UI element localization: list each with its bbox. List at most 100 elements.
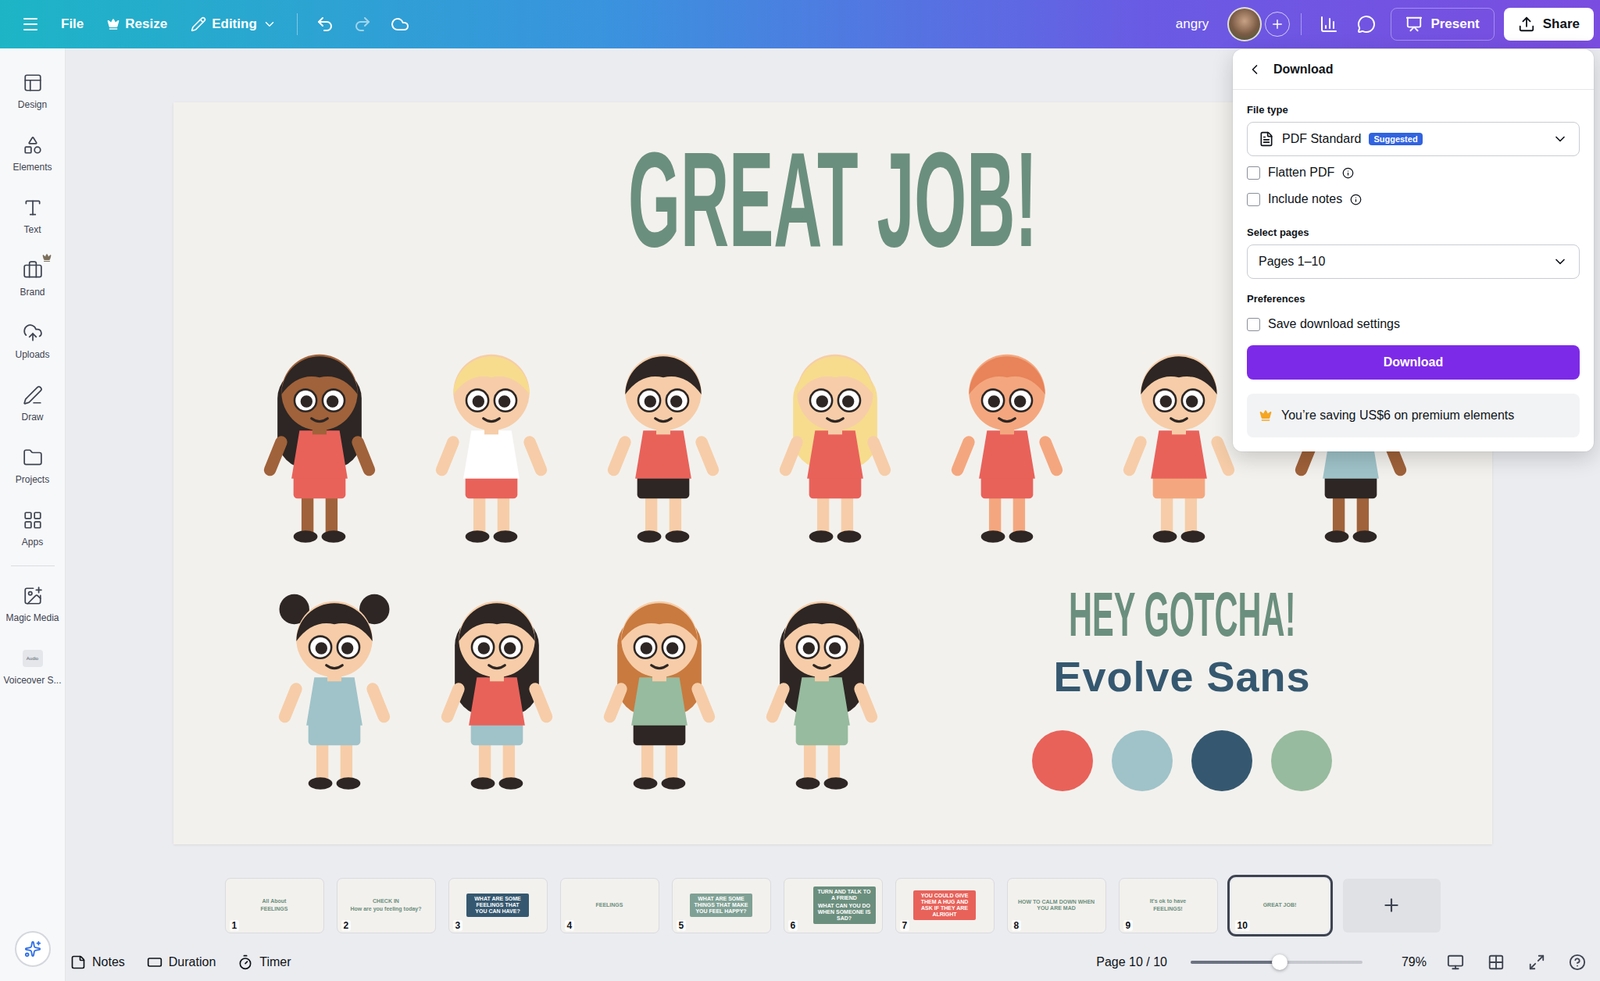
sidebar-icon-wrap xyxy=(21,446,44,469)
child-illustration xyxy=(592,330,734,551)
thumbnail-text: FEELINGS xyxy=(592,900,626,911)
thumbnail-text: TURN AND TALK TO A FRIENDWHAT CAN YOU DO… xyxy=(813,886,876,925)
fullscreen-button[interactable] xyxy=(1525,950,1549,975)
sidebar-label: Projects xyxy=(15,474,50,486)
footer-tool[interactable]: Timer xyxy=(237,954,291,971)
zoom-slider[interactable] xyxy=(1190,960,1363,965)
audio-app-icon: Audio xyxy=(22,650,43,668)
font-name[interactable]: Evolve Sans xyxy=(1053,653,1311,700)
save-status-button[interactable] xyxy=(383,7,417,41)
cloud-icon xyxy=(390,14,410,34)
page-thumbnail[interactable]: It's ok to haveFEELINGS!9 xyxy=(1119,878,1218,933)
pages-select[interactable]: Pages 1–10 xyxy=(1246,244,1580,279)
grid-view-button[interactable] xyxy=(1484,950,1508,975)
page-thumbnail[interactable]: GREAT JOB!10 xyxy=(1231,878,1329,933)
comments-button[interactable] xyxy=(1350,7,1383,41)
zoom-slider-knob[interactable] xyxy=(1271,954,1288,971)
sidebar-item[interactable]: Audio Voiceover S... xyxy=(0,635,66,698)
back-icon[interactable] xyxy=(1246,61,1263,78)
page-thumbnail[interactable]: WHAT ARE SOME FEELINGS THAT YOU CAN HAVE… xyxy=(449,878,547,933)
field-label: File type xyxy=(1246,103,1580,116)
help-button[interactable] xyxy=(1565,950,1590,975)
menu-button[interactable] xyxy=(14,7,47,41)
footer-tool[interactable]: Duration xyxy=(146,954,216,971)
footer-bar: NotesDurationTimerPage 10 / 1079% xyxy=(65,943,1600,981)
file-menu[interactable]: File xyxy=(51,10,93,39)
redo-button[interactable] xyxy=(346,7,379,41)
page-thumbnail[interactable]: All AboutFEELINGS1 xyxy=(225,878,324,933)
page-number: 10 xyxy=(1235,920,1250,932)
sidebar-item-icon xyxy=(22,135,43,156)
download-button[interactable]: Download xyxy=(1246,345,1580,380)
zoom-slider-fill xyxy=(1190,960,1280,965)
sidebar-item[interactable]: Text xyxy=(0,184,66,247)
sidebar-label: Text xyxy=(23,224,41,236)
chevron-down-icon xyxy=(1552,253,1568,270)
checkbox-row[interactable]: Save download settings xyxy=(1246,310,1580,338)
insights-button[interactable] xyxy=(1312,7,1346,41)
premium-badge xyxy=(42,253,52,263)
crown-icon xyxy=(107,17,120,31)
sidebar-label: Voiceover S... xyxy=(3,675,61,686)
redo-icon xyxy=(353,14,372,34)
info-icon[interactable] xyxy=(1342,167,1354,179)
page-thumbnail[interactable]: CHECK INHow are you feeling today?2 xyxy=(337,878,436,933)
info-icon[interactable] xyxy=(1350,193,1362,206)
sidebar-icon-wrap: Audio xyxy=(21,647,44,670)
page-thumbnail[interactable]: HOW TO CALM DOWN WHEN YOU ARE MAD8 xyxy=(1007,878,1106,933)
invite-button[interactable] xyxy=(1264,11,1290,37)
file-type-select[interactable]: PDF StandardSuggested xyxy=(1246,121,1580,157)
checkbox[interactable] xyxy=(1246,317,1261,332)
sidebar-item[interactable]: Apps xyxy=(0,496,66,560)
color-swatch[interactable] xyxy=(1111,730,1173,792)
color-swatch[interactable] xyxy=(1271,730,1333,792)
page-thumbnail[interactable]: TURN AND TALK TO A FRIENDWHAT CAN YOU DO… xyxy=(784,878,883,933)
child-illustration xyxy=(249,330,390,551)
sidebar-item[interactable]: Uploads xyxy=(0,309,66,372)
sidebar-icon-wrap xyxy=(21,321,44,344)
checkbox-row[interactable]: Flatten PDF xyxy=(1246,159,1580,186)
add-page-button[interactable] xyxy=(1342,878,1441,933)
thumbnail-text: HOW TO CALM DOWN WHEN YOU ARE MAD xyxy=(1014,896,1099,915)
sidebar-item[interactable]: Brand xyxy=(0,246,66,310)
footer-tool-icon xyxy=(237,954,254,971)
top-bar: FileResizeEditing angry Present Share xyxy=(0,0,1600,49)
magic-media-icon xyxy=(22,585,43,607)
resize-button[interactable]: Resize xyxy=(97,10,177,39)
sidebar-item[interactable]: Magic Media xyxy=(0,572,66,636)
presentation-icon xyxy=(1405,15,1423,33)
color-swatch[interactable] xyxy=(1191,730,1253,792)
sidebar-item-icon xyxy=(22,385,43,406)
slide-title[interactable]: GREAT JOB! xyxy=(503,132,1163,267)
page-thumbnail[interactable]: WHAT ARE SOME THINGS THAT MAKE YOU FEEL … xyxy=(672,878,771,933)
view-button[interactable] xyxy=(1443,950,1468,975)
characters-row: HEY GOTCHA! Evolve Sans xyxy=(173,577,1493,798)
undo-button[interactable] xyxy=(308,7,342,41)
user-avatar[interactable] xyxy=(1227,7,1262,42)
sidebar-item[interactable]: Elements xyxy=(0,121,66,185)
design-title[interactable]: angry xyxy=(1161,16,1224,33)
magic-assistant-button[interactable] xyxy=(14,931,51,968)
color-swatch[interactable] xyxy=(1032,730,1093,792)
child-illustration xyxy=(426,577,568,798)
checkbox[interactable] xyxy=(1246,192,1261,207)
footer-tool[interactable]: Notes xyxy=(70,954,125,971)
page-thumbnail[interactable]: FEELINGS4 xyxy=(560,878,659,933)
sidebar-item[interactable]: Design xyxy=(0,59,66,122)
share-button[interactable]: Share xyxy=(1503,7,1594,41)
page-thumbnail[interactable]: YOU COULD GIVE THEM A HUG AND ASK IF THE… xyxy=(896,878,994,933)
sidebar-icon-wrap xyxy=(21,384,44,407)
mode-dropdown[interactable]: Editing xyxy=(181,10,286,39)
monitor-icon xyxy=(1446,953,1465,972)
sidebar-item[interactable]: Draw xyxy=(0,371,66,435)
child-illustration xyxy=(1108,330,1250,551)
plus-icon xyxy=(1270,17,1285,32)
present-button[interactable]: Present xyxy=(1390,7,1494,41)
zoom-reading[interactable]: 79% xyxy=(1401,955,1427,970)
checkbox-row[interactable]: Include notes xyxy=(1246,185,1580,213)
checkbox[interactable] xyxy=(1246,166,1261,180)
sidebar-item[interactable]: Projects xyxy=(0,434,66,497)
field-label: Select pages xyxy=(1246,226,1580,239)
brand-heading[interactable]: HEY GOTCHA! xyxy=(1068,583,1296,647)
sidebar-item-icon xyxy=(22,447,43,468)
